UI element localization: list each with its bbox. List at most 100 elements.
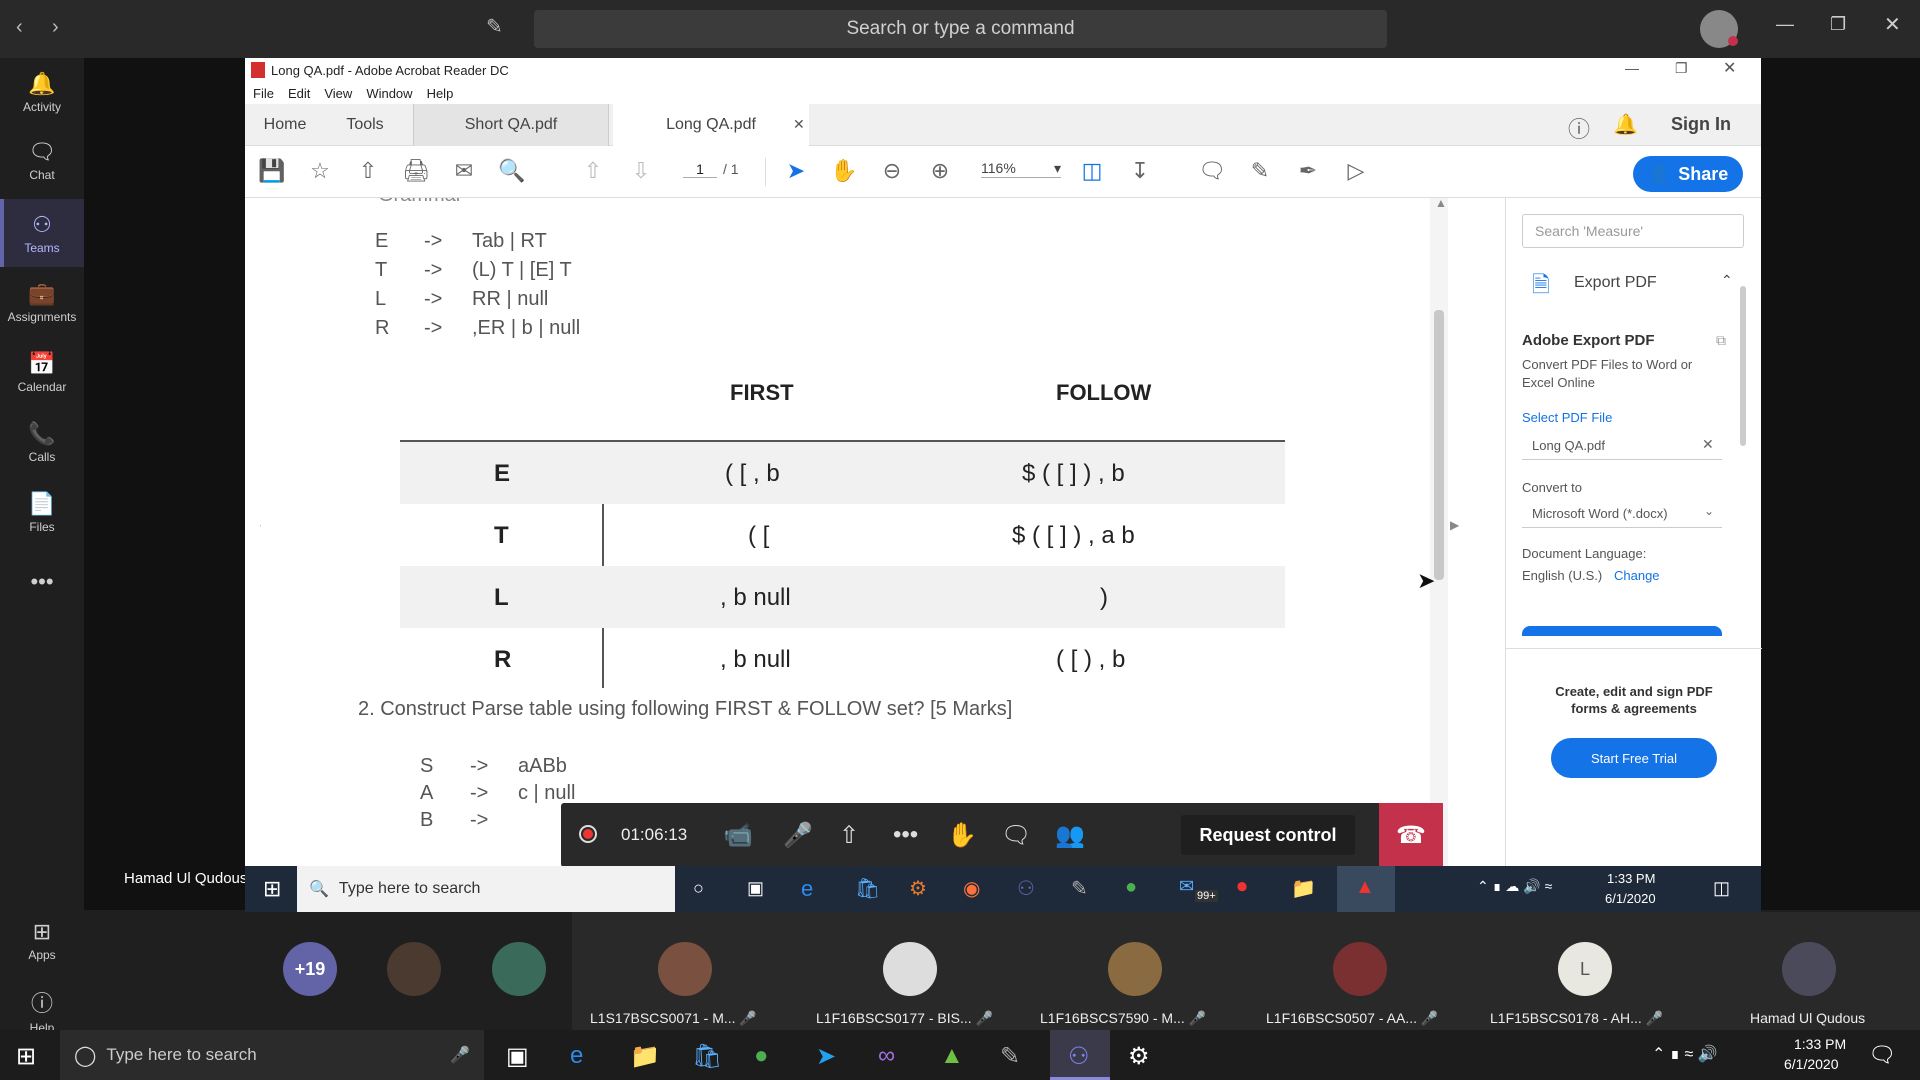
hand-tool-icon[interactable]: ✋ <box>829 158 859 184</box>
camera-off-icon[interactable]: 📹 <box>723 821 753 850</box>
rail-calls[interactable]: 📞 Calls <box>0 408 84 476</box>
windows-start-icon[interactable]: ⊞ <box>263 876 281 902</box>
participants-icon[interactable]: 👥 <box>1055 821 1085 850</box>
notification-bell-icon[interactable]: 🔔 <box>1613 112 1638 137</box>
teams-taskbar-icon[interactable]: ⚇ <box>1017 876 1035 901</box>
measure-search-input[interactable]: Search 'Measure' <box>1522 214 1744 248</box>
app-icon[interactable]: ✎ <box>1000 1042 1020 1071</box>
participant-avatar[interactable] <box>1108 942 1162 996</box>
request-control-button[interactable]: Request control <box>1181 815 1355 855</box>
back-icon[interactable]: ‹ <box>16 16 23 39</box>
participant-avatar[interactable] <box>1333 942 1387 996</box>
page-fit-icon[interactable]: ◫ <box>1077 158 1107 184</box>
more-tools-icon[interactable]: ▷ <box>1341 158 1371 184</box>
more-actions-icon[interactable]: ••• <box>893 821 918 849</box>
rail-more[interactable]: ••• <box>0 548 84 616</box>
edge-icon[interactable]: e <box>570 1042 583 1070</box>
shared-search-box[interactable]: 🔍 Type here to search <box>297 866 675 912</box>
chrome-icon[interactable]: ● <box>754 1042 769 1070</box>
vscode-icon[interactable]: ➤ <box>816 1042 836 1071</box>
pdf-document-view[interactable]: Grammar E -> Tab | RT T -> (L) T | [E] T… <box>260 198 1463 866</box>
hang-up-button[interactable]: ☎ <box>1379 803 1443 867</box>
taskbar-search-box[interactable]: ◯ Type here to search 🎤 <box>60 1030 484 1080</box>
close-icon[interactable]: ✕ <box>1723 58 1736 78</box>
rail-assignments[interactable]: 💼 Assignments <box>0 268 84 336</box>
zoom-in-icon[interactable]: ⊕ <box>925 158 955 184</box>
convert-button-partial[interactable] <box>1522 626 1722 636</box>
expand-right-icon[interactable]: ▶ <box>1450 518 1459 532</box>
raise-hand-icon[interactable]: ✋ <box>947 821 977 850</box>
edge-icon[interactable]: e <box>801 876 813 902</box>
scroll-mode-icon[interactable]: ↧ <box>1125 158 1155 184</box>
minimize-icon[interactable]: — <box>1625 60 1639 76</box>
panel-scrollbar-thumb[interactable] <box>1740 286 1746 446</box>
task-view-icon[interactable]: ▣ <box>747 878 764 899</box>
menu-window[interactable]: Window <box>366 86 412 101</box>
page-number-input[interactable]: 1 <box>683 161 717 178</box>
select-cursor-icon[interactable]: ➤ <box>781 158 811 184</box>
comment-icon[interactable]: 🗨 <box>1197 158 1227 184</box>
menu-view[interactable]: View <box>324 86 352 101</box>
folder-icon[interactable]: 📁 <box>1291 876 1316 901</box>
record-icon[interactable]: ⏺ <box>1237 876 1247 899</box>
rail-chat[interactable]: 🗨 Chat <box>0 126 84 194</box>
visual-studio-icon[interactable]: ∞ <box>878 1042 895 1070</box>
tab-long-qa[interactable]: Long QA.pdf <box>613 104 809 146</box>
more-participants-badge[interactable]: +19 <box>283 942 337 996</box>
participant-avatar[interactable] <box>492 942 546 996</box>
close-icon[interactable]: ✕ <box>1884 12 1901 37</box>
tab-home[interactable]: Home <box>245 104 325 146</box>
expand-left-icon[interactable]: ▶ <box>260 518 261 532</box>
action-center-icon[interactable]: ◫ <box>1713 878 1730 899</box>
command-search-input[interactable]: Search or type a command <box>534 10 1387 48</box>
mic-off-icon[interactable]: 🎤 <box>783 821 813 850</box>
print-icon[interactable]: 🖨 <box>401 158 431 184</box>
close-tab-icon[interactable]: ✕ <box>793 116 805 133</box>
collapse-chevron-icon[interactable]: ⌃ <box>1721 272 1733 289</box>
participant-avatar[interactable] <box>658 942 712 996</box>
firefox-icon[interactable]: ◉ <box>963 876 980 901</box>
zoom-select[interactable]: 116% ▾ <box>981 160 1061 178</box>
tray-icons[interactable]: ⌃ ∎ ≈ 🔊 <box>1652 1044 1718 1064</box>
participant-avatar[interactable]: L <box>1558 942 1612 996</box>
file-explorer-icon[interactable]: 📁 <box>630 1042 660 1071</box>
rail-calendar[interactable]: 📅 Calendar <box>0 338 84 406</box>
app-icon[interactable]: ✎ <box>1071 876 1088 901</box>
windows-start-icon[interactable]: ⊞ <box>16 1042 36 1071</box>
zoom-out-icon[interactable]: ⊖ <box>877 158 907 184</box>
share-screen-icon[interactable]: ⇧ <box>839 821 859 850</box>
participant-avatar[interactable] <box>1782 942 1836 996</box>
search-zoom-icon[interactable]: 🔍 <box>497 158 527 184</box>
menu-file[interactable]: File <box>253 86 274 101</box>
export-pdf-title[interactable]: Export PDF <box>1574 274 1657 292</box>
menu-help[interactable]: Help <box>427 86 454 101</box>
page-up-icon[interactable]: ⇧ <box>578 158 608 184</box>
app-icon[interactable]: ⚙ <box>909 876 927 901</box>
highlight-pen-icon[interactable]: ✎ <box>1245 158 1275 184</box>
notifications-icon[interactable]: 🗨 <box>1868 1042 1896 1068</box>
tab-short-qa[interactable]: Short QA.pdf <box>413 104 609 146</box>
selected-file-field[interactable]: Long QA.pdf <box>1522 430 1722 460</box>
restore-icon[interactable]: ❐ <box>1830 14 1846 35</box>
acrobat-taskbar-item[interactable]: ▲ <box>1337 866 1395 912</box>
microphone-icon[interactable]: 🎤 <box>450 1045 470 1065</box>
tab-tools[interactable]: Tools <box>325 104 405 146</box>
cortana-icon[interactable]: ○ <box>693 878 704 899</box>
help-icon[interactable]: ⓘ <box>1568 112 1590 144</box>
meeting-chat-icon[interactable]: 🗨 <box>1001 821 1031 850</box>
sign-in-link[interactable]: Sign In <box>1671 114 1731 135</box>
page-down-icon[interactable]: ⇩ <box>626 158 656 184</box>
participant-avatar[interactable] <box>883 942 937 996</box>
rail-teams[interactable]: ⚇ Teams <box>0 199 84 267</box>
start-free-trial-button[interactable]: Start Free Trial <box>1551 738 1717 778</box>
select-pdf-file-link[interactable]: Select PDF File <box>1522 410 1612 425</box>
store-icon[interactable]: 🛍 <box>692 1042 722 1071</box>
mail-icon[interactable]: ✉ <box>1179 876 1194 897</box>
upload-icon[interactable]: ⇧ <box>353 158 383 184</box>
settings-gear-icon[interactable]: ⚙ <box>1128 1042 1150 1071</box>
task-view-icon[interactable]: ▣ <box>506 1042 529 1071</box>
utorrent-icon[interactable]: ▲ <box>940 1042 964 1070</box>
teams-taskbar-item[interactable]: ⚇ <box>1050 1030 1110 1080</box>
participant-avatar[interactable] <box>387 942 441 996</box>
forward-icon[interactable]: › <box>52 16 59 39</box>
